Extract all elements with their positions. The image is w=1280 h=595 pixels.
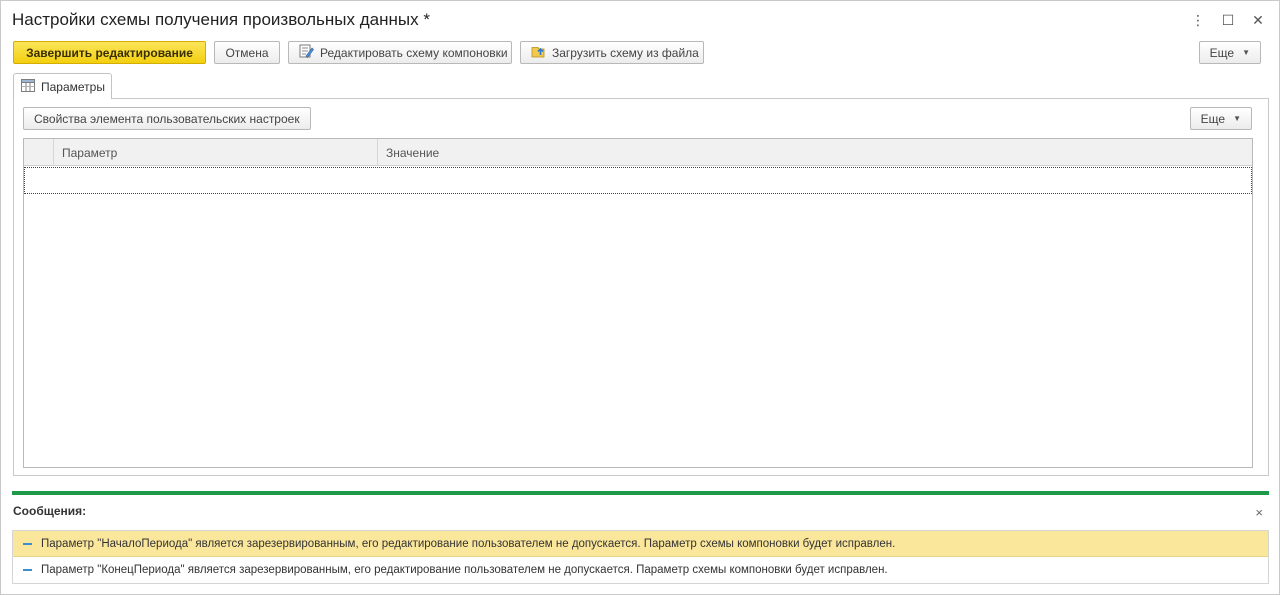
main-toolbar: Завершить редактирование Отмена Редактир… [13, 41, 704, 64]
window-title: Настройки схемы получения произвольных д… [12, 10, 430, 29]
message-marker-icon [23, 542, 32, 545]
messages-list: Параметр "НачалоПериода" является зарезе… [12, 530, 1269, 584]
load-schema-label: Загрузить схему из файла [552, 45, 699, 60]
tab-parameters[interactable]: Параметры [13, 73, 112, 99]
user-settings-properties-label: Свойства элемента пользовательских настр… [34, 111, 300, 126]
messages-divider [12, 491, 1269, 495]
window-controls: ⋮ ☐ ✕ [1191, 11, 1265, 29]
more-label-top: Еще [1209, 45, 1235, 60]
parameters-panel: Свойства элемента пользовательских настр… [13, 98, 1269, 476]
tab-parameters-label: Параметры [41, 79, 105, 94]
messages-title: Сообщения: [13, 504, 87, 518]
cancel-label: Отмена [225, 45, 269, 60]
finish-editing-label: Завершить редактирование [26, 45, 193, 60]
parameters-table-icon [21, 78, 35, 95]
settings-window: Настройки схемы получения произвольных д… [0, 0, 1280, 595]
more-button-top[interactable]: Еще ▼ [1198, 41, 1261, 64]
message-item[interactable]: Параметр "КонецПериода" является зарезер… [13, 557, 1268, 583]
cancel-button[interactable]: Отмена [214, 41, 280, 64]
edit-schema-label: Редактировать схему компоновки [320, 45, 508, 60]
edit-schema-button[interactable]: Редактировать схему компоновки [288, 41, 512, 64]
close-messages-icon[interactable]: × [1255, 505, 1263, 520]
load-schema-button[interactable]: Загрузить схему из файла [520, 41, 704, 64]
column-header-parameter[interactable]: Параметр [54, 139, 378, 166]
table-row[interactable] [24, 167, 1252, 194]
chevron-down-icon: ▼ [1242, 48, 1250, 57]
finish-editing-button[interactable]: Завершить редактирование [13, 41, 206, 64]
message-item[interactable]: Параметр "НачалоПериода" является зарезе… [13, 531, 1268, 557]
table-header-marker [24, 139, 54, 166]
message-text: Параметр "КонецПериода" является зарезер… [41, 564, 888, 576]
message-text: Параметр "НачалоПериода" является зарезе… [41, 537, 896, 550]
edit-schema-icon [299, 44, 314, 61]
maximize-icon[interactable]: ☐ [1221, 11, 1235, 29]
upload-file-icon [531, 44, 546, 61]
more-button-panel[interactable]: Еще ▼ [1189, 107, 1252, 130]
user-settings-properties-button[interactable]: Свойства элемента пользовательских настр… [23, 107, 311, 130]
message-marker-icon [23, 569, 32, 571]
column-header-value[interactable]: Значение [378, 139, 1252, 166]
parameters-table: Параметр Значение [23, 138, 1253, 468]
chevron-down-icon: ▼ [1233, 114, 1241, 123]
more-actions-icon[interactable]: ⋮ [1191, 11, 1205, 29]
table-header: Параметр Значение [24, 139, 1252, 166]
close-icon[interactable]: ✕ [1251, 11, 1265, 29]
more-label-panel: Еще [1200, 111, 1226, 126]
